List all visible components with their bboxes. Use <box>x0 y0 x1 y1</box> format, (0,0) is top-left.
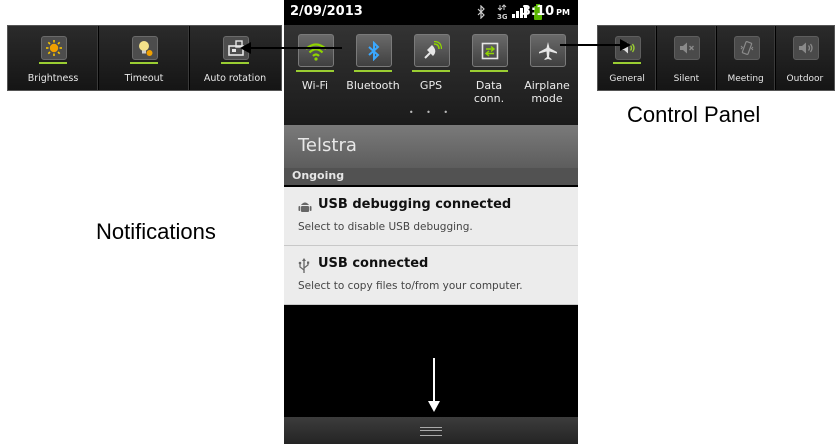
arrow-to-left-strip <box>240 42 342 54</box>
arrow-to-right-strip <box>560 39 631 51</box>
arrow-pull-down <box>428 358 440 412</box>
annotation-arrows <box>240 39 631 412</box>
